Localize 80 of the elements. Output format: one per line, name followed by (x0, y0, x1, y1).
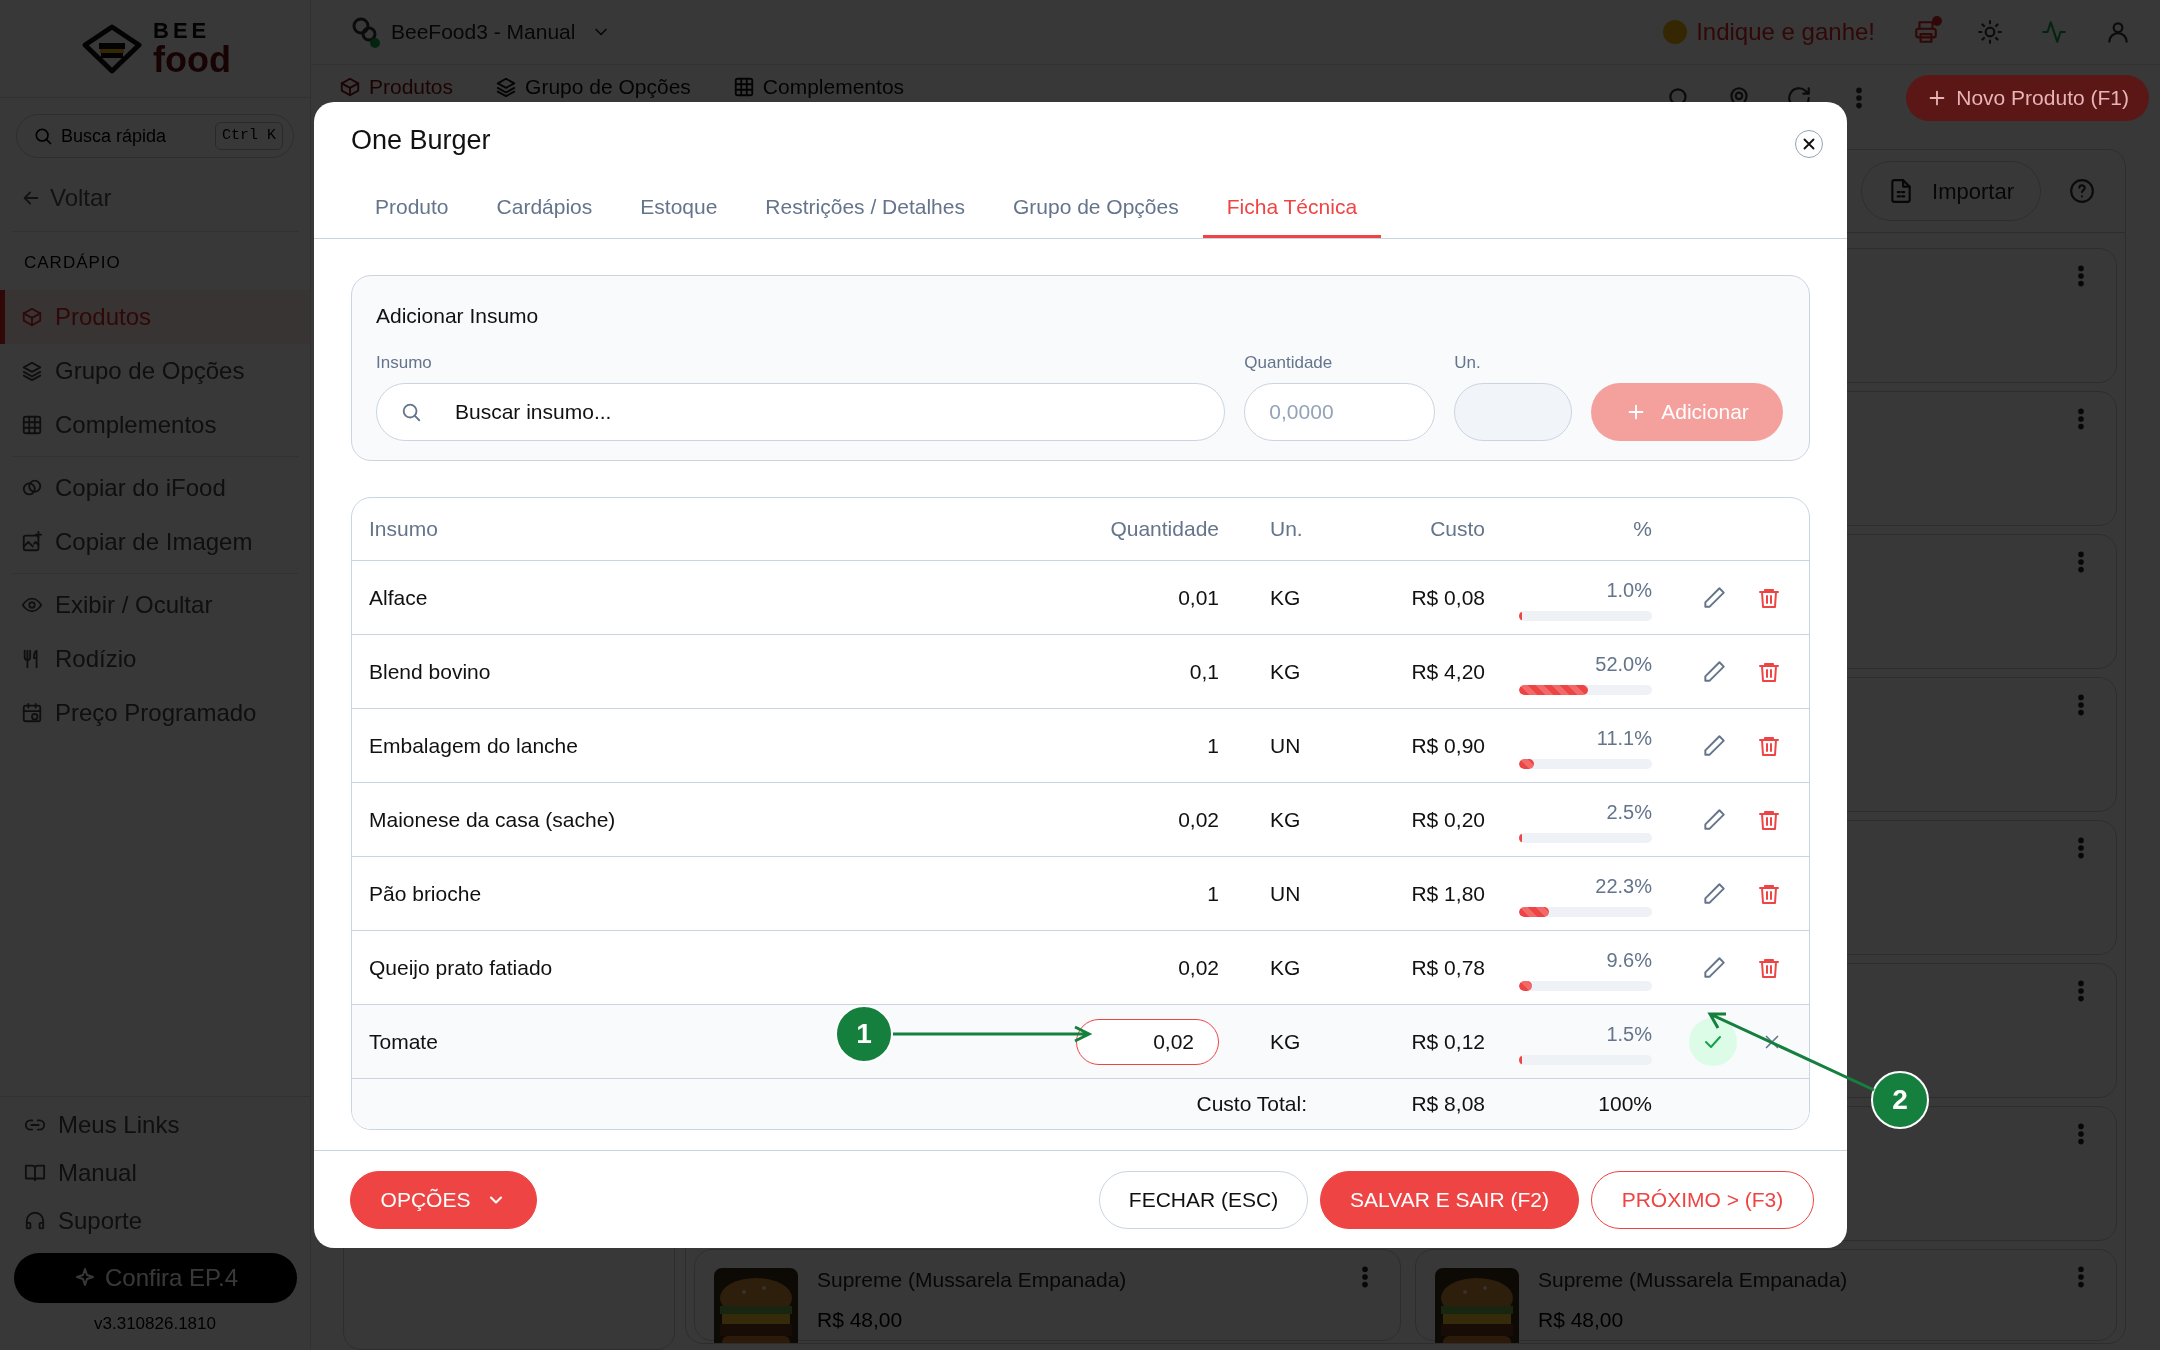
pencil-icon (1701, 584, 1727, 611)
table-cell: KG (1270, 807, 1301, 831)
product-price: R$ 48,00 (817, 1306, 904, 1333)
table-cell: R$ 0,08 (1411, 585, 1485, 609)
edit-button[interactable] (1701, 658, 1727, 685)
column-header: % (1633, 516, 1652, 543)
table-cell: Alface (369, 585, 428, 609)
pencil-icon (1701, 806, 1727, 833)
quantity-field[interactable]: 0,0000 (1244, 383, 1436, 441)
table-cell-text: 0,01 (1178, 584, 1219, 611)
column-header: Custo (1430, 517, 1485, 541)
table-cell: R$ 4,20 (1411, 659, 1485, 683)
field-label: Insumo (376, 351, 433, 374)
percent-text: 52.0% (1595, 651, 1652, 677)
table-cell: Blend bovino (369, 659, 491, 683)
total-percent: 100% (1598, 1091, 1652, 1118)
dialog-tab[interactable]: Ficha Técnica (1202, 190, 1382, 238)
column-header: Insumo (369, 517, 438, 541)
table-cell: Tomate (369, 1029, 438, 1053)
close-dialog-button[interactable]: FECHAR (ESC) (1099, 1170, 1308, 1229)
dialog-title: One Burger (351, 124, 491, 157)
section-heading: CARDÁPIO (23, 252, 122, 274)
options-button[interactable]: OPÇÕES (350, 1170, 537, 1229)
dialog-tab[interactable]: Restrições / Detalhes (741, 190, 989, 238)
table-cell-text: 0,1 (1189, 658, 1219, 685)
table-cell: KG (1270, 1029, 1301, 1053)
save-button[interactable]: SALVAR E SAIR (F2) (1320, 1170, 1579, 1229)
table-cell-text: 1 (1207, 880, 1219, 907)
edit-button[interactable] (1701, 806, 1727, 833)
percent-text: 22.3% (1595, 873, 1652, 899)
card-title: Adicionar Insumo (376, 303, 540, 329)
table-cell-text: 0,02 (1178, 806, 1219, 833)
next-button[interactable]: PRÓXIMO > (F3) (1591, 1170, 1814, 1229)
table-cell: R$ 0,20 (1411, 807, 1485, 831)
percent-text: 9.6% (1606, 947, 1652, 973)
dialog-tab[interactable]: Estoque (616, 190, 742, 238)
edit-button[interactable] (1701, 880, 1727, 907)
table-cell: UN (1270, 881, 1301, 905)
table-cell: KG (1270, 659, 1301, 683)
table-cell: Embalagem do lanche (369, 733, 578, 757)
table-cell: KG (1270, 585, 1301, 609)
edit-button[interactable] (1701, 584, 1727, 611)
edit-button[interactable] (1701, 732, 1727, 759)
percent-text: 1.0% (1606, 577, 1652, 603)
search-icon (400, 401, 422, 423)
percent-text: 11.1% (1596, 725, 1652, 751)
dialog-tab[interactable]: Cardápios (472, 190, 617, 238)
confirm-button[interactable] (1689, 1017, 1737, 1066)
edit-button[interactable] (1701, 954, 1727, 981)
column-header: Un. (1270, 517, 1303, 541)
ingredient-search-field[interactable]: Buscar insumo... (376, 383, 1226, 441)
quantity-input[interactable]: 0,02 (1076, 1018, 1219, 1065)
table-cell-text: 0,02 (1178, 954, 1219, 981)
table-cell: R$ 0,12 (1411, 1029, 1485, 1053)
table-cell: R$ 0,78 (1411, 955, 1485, 979)
table-cell: Maionese da casa (sache) (369, 807, 616, 831)
table-cell: KG (1270, 955, 1301, 979)
total-cost: R$ 8,08 (1411, 1092, 1485, 1116)
table-cell: R$ 0,90 (1411, 733, 1485, 757)
pencil-icon (1701, 954, 1727, 981)
field-label: Un. (1454, 351, 1482, 374)
percent-text: 1.5% (1606, 1021, 1652, 1047)
product-price: R$ 48,00 (1538, 1306, 1625, 1333)
field-label: Quantidade (1244, 351, 1334, 374)
new-product-button[interactable]: Novo Produto (F1) (1906, 75, 2149, 121)
dialog-tab[interactable]: Grupo de Opções (988, 190, 1203, 238)
column-header: Quantidade (1110, 516, 1219, 543)
percent-text: 2.5% (1606, 799, 1652, 825)
table-cell: R$ 1,80 (1411, 881, 1485, 905)
version-text: v3.310826.1810 (93, 1312, 217, 1335)
dialog-tab[interactable]: Produto (351, 190, 473, 238)
table-cell: Queijo prato fatiado (369, 955, 553, 979)
pencil-icon (1701, 732, 1727, 759)
close-button[interactable] (1795, 130, 1823, 159)
table-cell: UN (1270, 733, 1301, 757)
pencil-icon (1701, 880, 1727, 907)
pencil-icon (1701, 658, 1727, 685)
table-cell-text: 1 (1207, 732, 1219, 759)
total-label: Custo Total: (1196, 1092, 1307, 1116)
table-cell: Pão brioche (369, 881, 482, 905)
